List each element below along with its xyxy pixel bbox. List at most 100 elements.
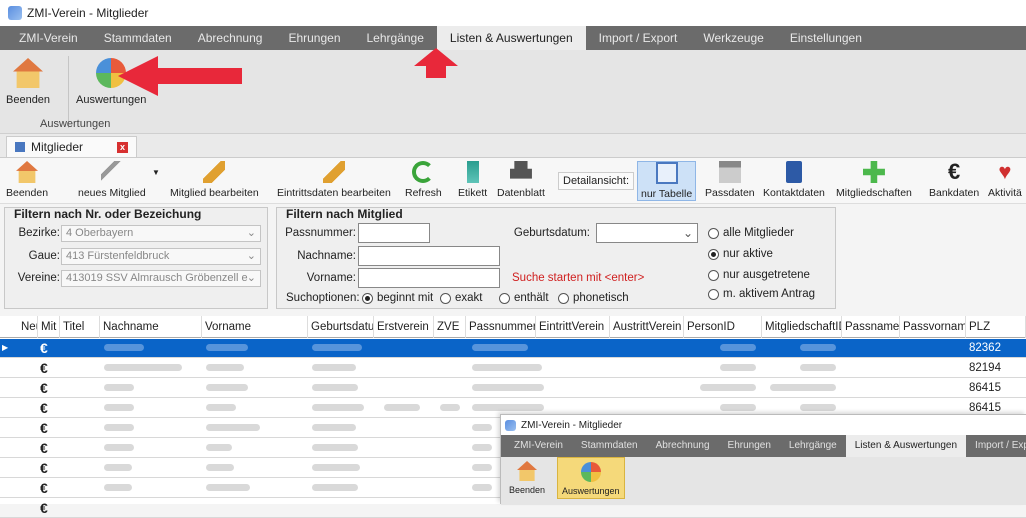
gaue-select[interactable]: 413 Fürstenfeldbruck ⌄ [61, 248, 261, 265]
passnummer-input[interactable] [358, 223, 430, 243]
table-row[interactable]: € 82194 [0, 359, 1026, 378]
radio-enthaelt[interactable]: enthält [499, 292, 549, 304]
tab-einstellungen[interactable]: Einstellungen [777, 26, 875, 50]
radio-beginnt-mit[interactable]: beginnt mit [362, 292, 433, 304]
chevron-down-icon[interactable]: ⌄ [683, 226, 693, 240]
mitgliedschaften-button[interactable]: Mitgliedschaften [836, 161, 912, 199]
col-passnummer[interactable]: Passnummer [466, 316, 536, 338]
inset-tab-abrechnung[interactable]: Abrechnung [647, 435, 719, 457]
col-zve[interactable]: ZVE [434, 316, 466, 338]
col-erstverein[interactable]: Erstverein [374, 316, 434, 338]
chevron-down-icon: ⌄ [246, 250, 256, 262]
radio-dot [440, 292, 451, 304]
vorname-input[interactable] [358, 268, 500, 288]
col-austrittverein[interactable]: AustrittVerein [610, 316, 684, 338]
tab-mitglieder[interactable]: Mitglieder x [6, 136, 138, 157]
col-plz[interactable]: PLZ [966, 316, 1026, 338]
inset-auswertungen-label: Auswertungen [562, 486, 620, 496]
col-neu[interactable]: Neu [18, 316, 38, 338]
col-passvorname[interactable]: Passvornam [900, 316, 966, 338]
toolbar-beenden-button[interactable]: Beenden [6, 161, 48, 199]
neues-mitglied-button[interactable]: neues Mitglied [78, 161, 146, 199]
inset-tab-stammdaten[interactable]: Stammdaten [572, 435, 647, 457]
vereine-select[interactable]: 413019 SSV Almrausch Gröbenzell e ⌄ [61, 270, 261, 287]
blurred-cell [104, 404, 134, 411]
blurred-cell [312, 384, 358, 391]
search-hint: Suche starten mit <enter> [512, 272, 645, 284]
inset-auswertungen-button[interactable]: Auswertungen [557, 457, 625, 499]
radio-nur-ausgetretene[interactable]: nur ausgetretene [708, 269, 810, 281]
nachname-label: Nachname: [297, 250, 356, 262]
kontaktdaten-button[interactable]: Kontaktdaten [763, 161, 825, 199]
heart-icon: ♥ [998, 159, 1012, 184]
inset-tab-import-export[interactable]: Import / Export [966, 435, 1026, 457]
radio-aktivem-antrag[interactable]: m. aktivem Antrag [708, 288, 815, 300]
euro-icon: € [40, 460, 48, 476]
table-row[interactable]: € 86415 [0, 379, 1026, 398]
inset-beenden-label: Beenden [509, 485, 546, 495]
bezirke-select[interactable]: 4 Oberbayern ⌄ [61, 225, 261, 242]
etikett-button[interactable]: Etikett [458, 161, 487, 199]
col-passname[interactable]: Passname [842, 316, 900, 338]
house-icon [517, 461, 538, 481]
col-mitgliedschaftid[interactable]: MitgliedschaftID [762, 316, 842, 338]
radio-nur-aktive[interactable]: nur aktive [708, 248, 773, 260]
radio-exakt[interactable]: exakt [440, 292, 483, 304]
col-nachname[interactable]: Nachname [100, 316, 202, 338]
inset-tab-zmi-verein[interactable]: ZMI-Verein [505, 435, 572, 457]
id-card-icon [718, 161, 741, 183]
inset-title: ZMI-Verein - Mitglieder [521, 419, 623, 431]
inset-beenden-button[interactable]: Beenden [509, 461, 545, 495]
bezirke-value: 4 Oberbayern [66, 227, 134, 239]
dropdown-arrow-icon[interactable]: ▼ [152, 168, 160, 177]
tab-ehrungen[interactable]: Ehrungen [275, 26, 353, 50]
col-mit[interactable]: Mit [38, 316, 60, 338]
col-titel[interactable]: Titel [60, 316, 100, 338]
table-icon [655, 162, 678, 184]
radio-label: nur ausgetretene [723, 269, 810, 281]
tab-import-export[interactable]: Import / Export [586, 26, 691, 50]
inset-tab-lehrgaenge[interactable]: Lehrgänge [780, 435, 846, 457]
euro-icon: € [40, 420, 48, 436]
col-personid[interactable]: PersonID [684, 316, 762, 338]
col-eintrittverein[interactable]: EintrittVerein [536, 316, 610, 338]
tab-werkzeuge[interactable]: Werkzeuge [690, 26, 776, 50]
col-geburtsdatum[interactable]: Geburtsdatu [308, 316, 374, 338]
aktivitaet-button[interactable]: ♥ Aktivitä [988, 159, 1022, 200]
refresh-icon [412, 161, 435, 183]
table-row[interactable]: ▶ € 82362 [0, 339, 1026, 358]
geburtsdatum-input[interactable]: ⌄ [596, 223, 698, 243]
euro-icon: € [40, 440, 48, 456]
tab-zmi-verein[interactable]: ZMI-Verein [6, 26, 91, 50]
tab-mitglieder-label: Mitglieder [31, 140, 84, 154]
house-icon [16, 161, 39, 183]
passdaten-button[interactable]: Passdaten [705, 161, 755, 199]
nachname-input[interactable] [358, 246, 500, 266]
tab-abrechnung[interactable]: Abrechnung [185, 26, 276, 50]
euro-icon: € [40, 340, 48, 356]
radio-label: m. aktivem Antrag [723, 288, 816, 300]
plz-cell: 86415 [969, 382, 1001, 394]
col-vorname[interactable]: Vorname [202, 316, 308, 338]
neues-mitglied-label: neues Mitglied [78, 187, 146, 199]
beenden-button[interactable]: Beenden [6, 58, 50, 106]
close-tab-icon[interactable]: x [117, 141, 129, 153]
refresh-button[interactable]: Refresh [405, 161, 442, 199]
tab-stammdaten[interactable]: Stammdaten [91, 26, 185, 50]
inset-tab-listen-auswertungen[interactable]: Listen & Auswertungen [845, 435, 967, 457]
radio-alle-mitglieder[interactable]: alle Mitglieder [708, 227, 794, 239]
blurred-cell [770, 384, 836, 391]
datenblatt-button[interactable]: Datenblatt [497, 161, 545, 199]
nur-tabelle-button[interactable]: nur Tabelle [637, 161, 697, 201]
window-title: ZMI-Verein - Mitglieder [27, 6, 149, 20]
printer-icon [509, 161, 532, 179]
bankdaten-button[interactable]: € Bankdaten [929, 161, 979, 200]
vereine-value: 413019 SSV Almrausch Gröbenzell e [66, 272, 248, 284]
mitglied-bearbeiten-button[interactable]: Mitglied bearbeiten [170, 161, 259, 199]
eintrittsdaten-button[interactable]: Eintrittsdaten bearbeiten [277, 161, 391, 199]
radio-phonetisch[interactable]: phonetisch [558, 292, 629, 304]
mitgliedschaften-label: Mitgliedschaften [836, 187, 912, 199]
tab-listen-auswertungen[interactable]: Listen & Auswertungen [436, 26, 586, 50]
tab-lehrgaenge[interactable]: Lehrgänge [354, 26, 437, 50]
inset-tab-ehrungen[interactable]: Ehrungen [719, 435, 780, 457]
